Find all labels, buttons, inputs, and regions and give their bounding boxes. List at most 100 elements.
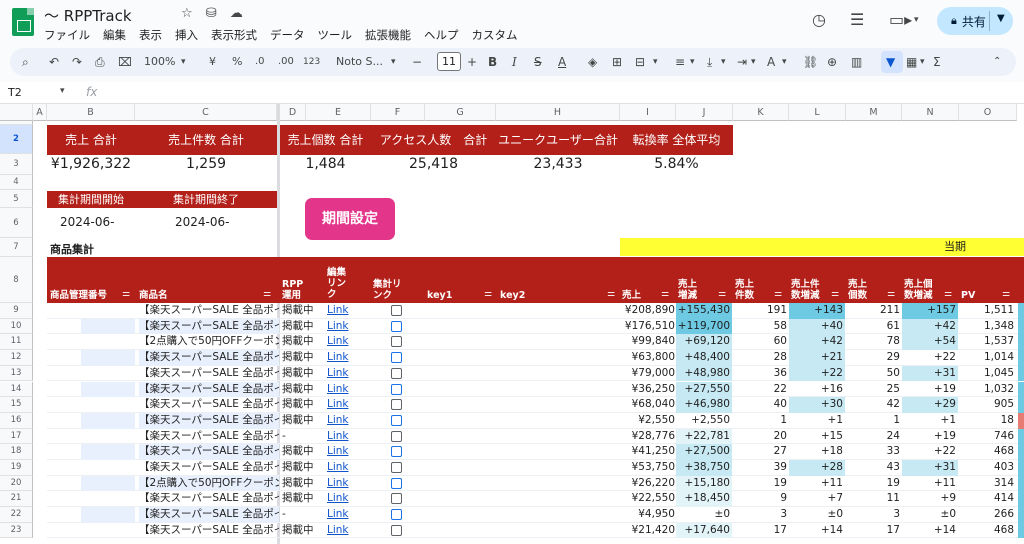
cell-count[interactable]: 20 (733, 429, 787, 445)
cell-rpp[interactable]: 掲載中 (282, 523, 324, 539)
cell-sales-inc[interactable]: +27,500 (676, 444, 732, 460)
edit-link[interactable]: Link (327, 444, 367, 460)
cell-sales[interactable]: ¥208,890 (623, 303, 675, 319)
cell-product-id[interactable] (81, 350, 135, 366)
table-row[interactable]: 【楽天スーパーSALE 全品ポイ 掲載中 ¥2,550 +2,550 1 +1 1 +1 18 L… (47, 412, 1024, 429)
history-icon[interactable]: ◷ (812, 10, 826, 29)
cell-qty[interactable]: 17 (846, 523, 900, 539)
table-row[interactable]: 【楽天スーパーSALE 全品ポイ 掲載中 ¥41,250 +27,500 27 +18 33… (47, 444, 1024, 460)
cell-product-name[interactable]: 【楽天スーパーSALE 全品ポイ (139, 366, 279, 382)
cell-count-inc[interactable]: ±0 (789, 507, 845, 523)
menu-help[interactable]: ヘルプ (424, 27, 459, 43)
valign-dropdown-icon[interactable]: ▾ (721, 54, 726, 70)
cell-qty[interactable]: 3 (846, 507, 900, 523)
cell-product-name[interactable]: 【楽天スーパーSALE 全品ポイ (139, 523, 279, 539)
cell-rpp[interactable]: 掲載中 (282, 382, 324, 398)
filter-views-dropdown-icon[interactable]: ▾ (920, 54, 925, 70)
table-row[interactable]: 【2点購入で50円OFFクーポン 掲載中 ¥99,840 +69,120 60 +42 78… (47, 334, 1024, 351)
cell-qty[interactable]: 50 (846, 366, 900, 382)
table-row[interactable]: 【楽天スーパーSALE 全品ポイ 掲載中 ¥36,250 +27,550 22 +16 25… (47, 381, 1024, 398)
edit-link[interactable]: Link (327, 334, 367, 350)
cell-count-inc[interactable]: +14 (789, 523, 845, 539)
cell-pv[interactable]: 905 (959, 397, 1014, 413)
cell-product-name[interactable]: 【楽天スーパーSALE 全品ポイ (139, 381, 279, 398)
table-row[interactable]: 【楽天スーパーSALE 全品ポイ 掲載中 ¥22,550 +18,450 9 +7 11 +9… (47, 491, 1024, 508)
col-header-m[interactable]: M (846, 104, 902, 121)
name-box[interactable]: T2 (8, 86, 22, 99)
cell-product-id[interactable] (81, 523, 135, 539)
aggregate-checkbox[interactable] (391, 509, 402, 521)
cell-sales[interactable]: ¥22,550 (623, 491, 675, 507)
edit-link[interactable]: Link (327, 429, 367, 445)
cell-product-id[interactable] (81, 475, 135, 492)
cell-sales[interactable]: ¥26,220 (623, 476, 675, 492)
cell-sales[interactable]: ¥99,840 (623, 334, 675, 350)
cell-sales-inc[interactable]: +69,120 (676, 334, 732, 351)
cell-count[interactable]: 19 (733, 476, 787, 492)
filter-icon[interactable]: ▼ (886, 54, 895, 70)
filter-qty-icon[interactable]: ⚌ (887, 289, 895, 299)
cell-rpp[interactable]: 掲載中 (282, 476, 324, 492)
cell-qty[interactable]: 42 (846, 397, 900, 413)
table-row[interactable]: 【楽天スーパーSALE 全品ポイ 掲載中 ¥68,040 +46,980 40 +30 42… (47, 397, 1024, 413)
cell-count[interactable]: 1 (733, 413, 787, 429)
functions-icon[interactable]: Σ (933, 54, 941, 70)
cell-product-id[interactable] (81, 491, 135, 507)
cell-rpp[interactable]: - (282, 429, 324, 445)
cell-qty-inc[interactable]: +29 (902, 397, 958, 413)
col-header-d[interactable]: D (280, 104, 306, 121)
filter-sales-icon[interactable]: ⚌ (661, 289, 669, 299)
cell-sales[interactable]: ¥41,250 (623, 444, 675, 460)
cell-pv[interactable]: 18 (959, 413, 1014, 429)
cell-sales-inc[interactable]: +22,781 (676, 428, 732, 445)
cell-product-id[interactable] (81, 397, 135, 413)
cell-product-id[interactable] (81, 460, 135, 476)
row-header[interactable]: 22 (0, 507, 33, 523)
cell-count-inc[interactable]: +40 (789, 318, 845, 335)
cell-pv[interactable]: 314 (959, 476, 1014, 492)
edit-link[interactable]: Link (327, 476, 367, 492)
cell-product-id[interactable] (81, 444, 135, 460)
edit-link[interactable]: Link (327, 397, 367, 413)
strikethrough-icon[interactable]: S (534, 54, 542, 70)
print-icon[interactable]: ⎙ (95, 54, 105, 70)
text-color-icon[interactable]: A (558, 54, 566, 70)
row-header-3[interactable]: 3 (0, 154, 33, 175)
aggregate-checkbox[interactable] (391, 524, 402, 536)
cell-product-id[interactable] (81, 334, 135, 350)
vertical-align-icon[interactable]: ⤓ (707, 54, 712, 70)
cell-rpp[interactable]: 掲載中 (282, 413, 324, 429)
menu-insert[interactable]: 挿入 (175, 27, 198, 43)
cell-qty-inc[interactable]: +157 (902, 303, 958, 319)
cell-sales-inc[interactable]: +38,750 (676, 460, 732, 476)
cell-rpp[interactable]: 掲載中 (282, 366, 324, 382)
menu-file[interactable]: ファイル (44, 27, 90, 43)
search-menu-icon[interactable]: ⌕ (22, 54, 29, 70)
cell-sales-inc[interactable]: +2,550 (676, 413, 732, 429)
cell-product-name[interactable]: 【2点購入で50円OFFクーポン (139, 334, 279, 350)
cell-rpp[interactable]: 掲載中 (282, 460, 324, 476)
cell-qty[interactable]: 33 (846, 444, 900, 460)
cell-sales-inc[interactable]: +15,180 (676, 475, 732, 492)
col-header-c[interactable]: C (135, 104, 277, 121)
cell-qty-inc[interactable]: ±0 (902, 507, 958, 523)
cell-pv[interactable]: 468 (959, 523, 1014, 539)
cell-count-inc[interactable]: +7 (789, 491, 845, 507)
cell-sales[interactable]: ¥63,800 (623, 350, 675, 366)
merge-cells-icon[interactable]: ⊟ (635, 54, 645, 70)
cell-count[interactable]: 28 (733, 350, 787, 366)
filter-qty-inc-icon[interactable]: ⚌ (944, 289, 952, 299)
cell-count[interactable]: 9 (733, 491, 787, 507)
cell-product-name[interactable]: 【楽天スーパーSALE 全品ポイ (139, 444, 279, 460)
col-header-e[interactable]: E (306, 104, 371, 121)
cell-qty-inc[interactable]: +19 (902, 429, 958, 445)
bold-icon[interactable]: B (488, 54, 497, 70)
row-header[interactable]: 18 (0, 444, 33, 460)
cell-rpp[interactable]: 掲載中 (282, 491, 324, 507)
cell-count[interactable]: 17 (733, 523, 787, 539)
cell-qty[interactable]: 11 (846, 491, 900, 507)
filter-key2-icon[interactable]: ⚌ (607, 289, 615, 299)
set-period-button[interactable]: 期間設定 (305, 198, 395, 240)
row-header[interactable]: 21 (0, 491, 33, 508)
move-folder-icon[interactable]: ⛁ (206, 6, 217, 21)
